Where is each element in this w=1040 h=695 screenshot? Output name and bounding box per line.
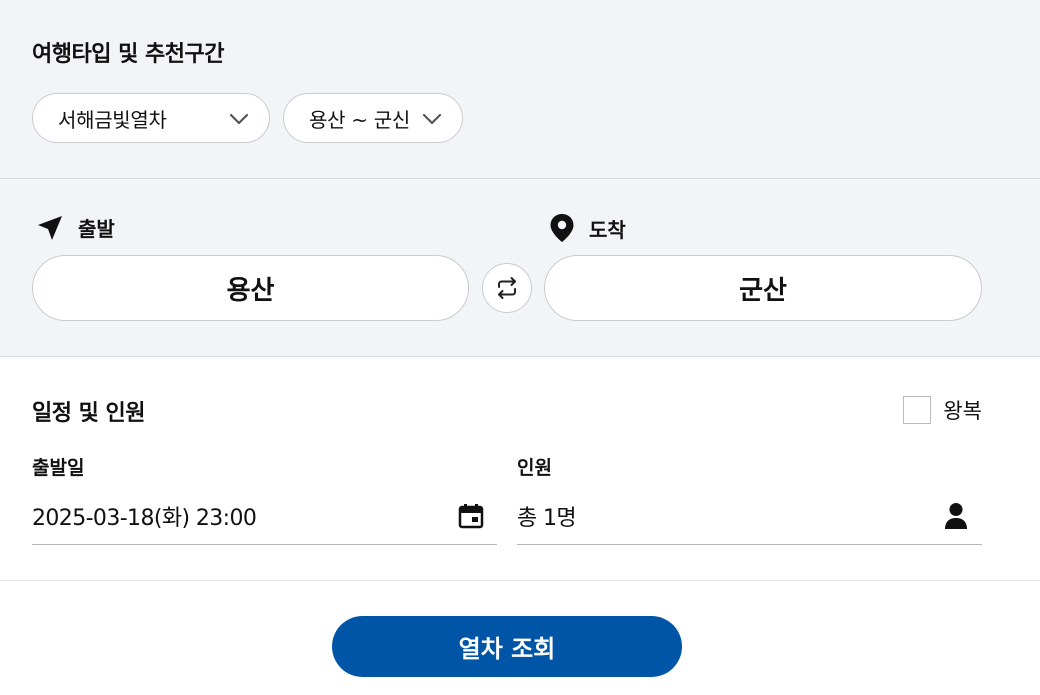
- departure-station-name: 용산: [226, 275, 275, 306]
- recommended-route-dropdown[interactable]: 용산 ~ 군신: [283, 93, 463, 143]
- location-pin-icon: [550, 214, 574, 242]
- trip-type-section: 여행타입 및 추천구간 서해금빛열차 용산 ~ 군신: [0, 0, 1040, 179]
- departure-date-value: 2025-03-18(화) 23:00: [32, 505, 257, 531]
- navigation-arrow-icon: [38, 215, 62, 240]
- departure-date-label: 출발일: [32, 457, 85, 479]
- roundtrip-checkbox[interactable]: [903, 396, 932, 424]
- arrival-label: 도착: [589, 217, 626, 242]
- passenger-value: 총 1명: [517, 505, 577, 531]
- train-type-value: 서해금빛열차: [58, 107, 167, 132]
- arrival-label-row: 도착: [549, 213, 626, 243]
- calendar-icon: [458, 503, 484, 528]
- departure-label: 출발: [78, 217, 115, 241]
- arrival-station-name: 군산: [739, 275, 787, 306]
- chevron-down-icon: [229, 113, 249, 125]
- search-trains-button[interactable]: 열차 조회: [332, 616, 682, 677]
- passenger-field[interactable]: 총 1명: [517, 487, 982, 545]
- person-icon: [945, 502, 967, 529]
- arrival-station-button[interactable]: 군산: [544, 255, 982, 321]
- passenger-label: 인원: [517, 457, 552, 479]
- roundtrip-toggle[interactable]: 왕복: [903, 395, 982, 425]
- train-type-dropdown[interactable]: 서해금빛열차: [32, 93, 270, 143]
- swap-stations-button[interactable]: [482, 263, 532, 313]
- departure-station-button[interactable]: 용산: [32, 255, 469, 321]
- chevron-down-icon: [422, 113, 442, 125]
- roundtrip-label: 왕복: [943, 399, 982, 423]
- schedule-title: 일정 및 인원: [32, 401, 146, 426]
- swap-icon: [498, 277, 516, 299]
- trip-type-title: 여행타입 및 추천구간: [32, 42, 224, 67]
- schedule-section: 일정 및 인원 왕복 출발일 2025-03-18(화) 23:00 인원 총 …: [0, 357, 1040, 581]
- departure-date-field[interactable]: 2025-03-18(화) 23:00: [32, 487, 497, 545]
- action-section: 열차 조회: [0, 581, 1040, 695]
- recommended-route-value: 용산 ~ 군신: [309, 107, 410, 132]
- route-section: 출발 도착 용산 군산: [0, 179, 1040, 357]
- departure-label-row: 출발: [36, 213, 115, 242]
